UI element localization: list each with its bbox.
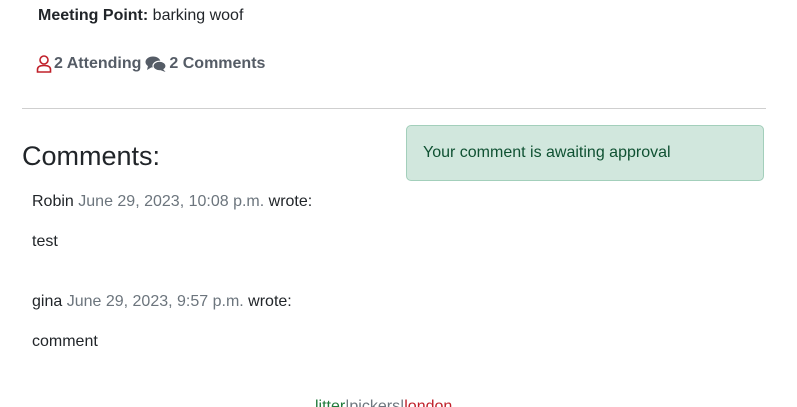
comment-author: Robin (32, 193, 74, 210)
comment-header: Robin June 29, 2023, 10:08 p.m. wrote: (32, 191, 312, 213)
footer-brand-litter: litter (315, 398, 346, 407)
footer-brand-london: london (404, 398, 453, 407)
comments-icon (145, 55, 168, 73)
page: Meeting Point: barking woof 2 Attending … (0, 0, 797, 407)
comments-count: 2 Comments (169, 55, 266, 72)
meeting-point: Meeting Point: barking woof (38, 5, 243, 27)
comment-approval-alert: Your comment is awaiting approval (406, 125, 764, 181)
comment-wrote: wrote: (268, 193, 313, 210)
meeting-point-label: Meeting Point: (38, 7, 149, 24)
comment-wrote: wrote: (248, 293, 292, 310)
comment-date: June 29, 2023, 10:08 p.m. (78, 193, 265, 210)
comment-date: June 29, 2023, 9:57 p.m. (66, 293, 244, 310)
comment-body: comment (32, 333, 98, 350)
alert-message: Your comment is awaiting approval (423, 144, 671, 161)
comments-heading: Comments: (22, 141, 161, 171)
comment-body: test (32, 233, 58, 250)
meeting-point-value: barking woof (152, 7, 244, 24)
attending-count: 2 Attending (54, 55, 142, 72)
event-stats: 2 Attending 2 Comments (36, 53, 265, 75)
footer-brand-pickers: pickers (349, 398, 401, 407)
user-icon (36, 55, 52, 73)
footer-brand[interactable]: litter|pickers|london (315, 397, 452, 407)
comment-header: gina June 29, 2023, 9:57 p.m. wrote: (32, 291, 292, 313)
comment-author: gina (32, 293, 63, 310)
divider (22, 108, 766, 109)
